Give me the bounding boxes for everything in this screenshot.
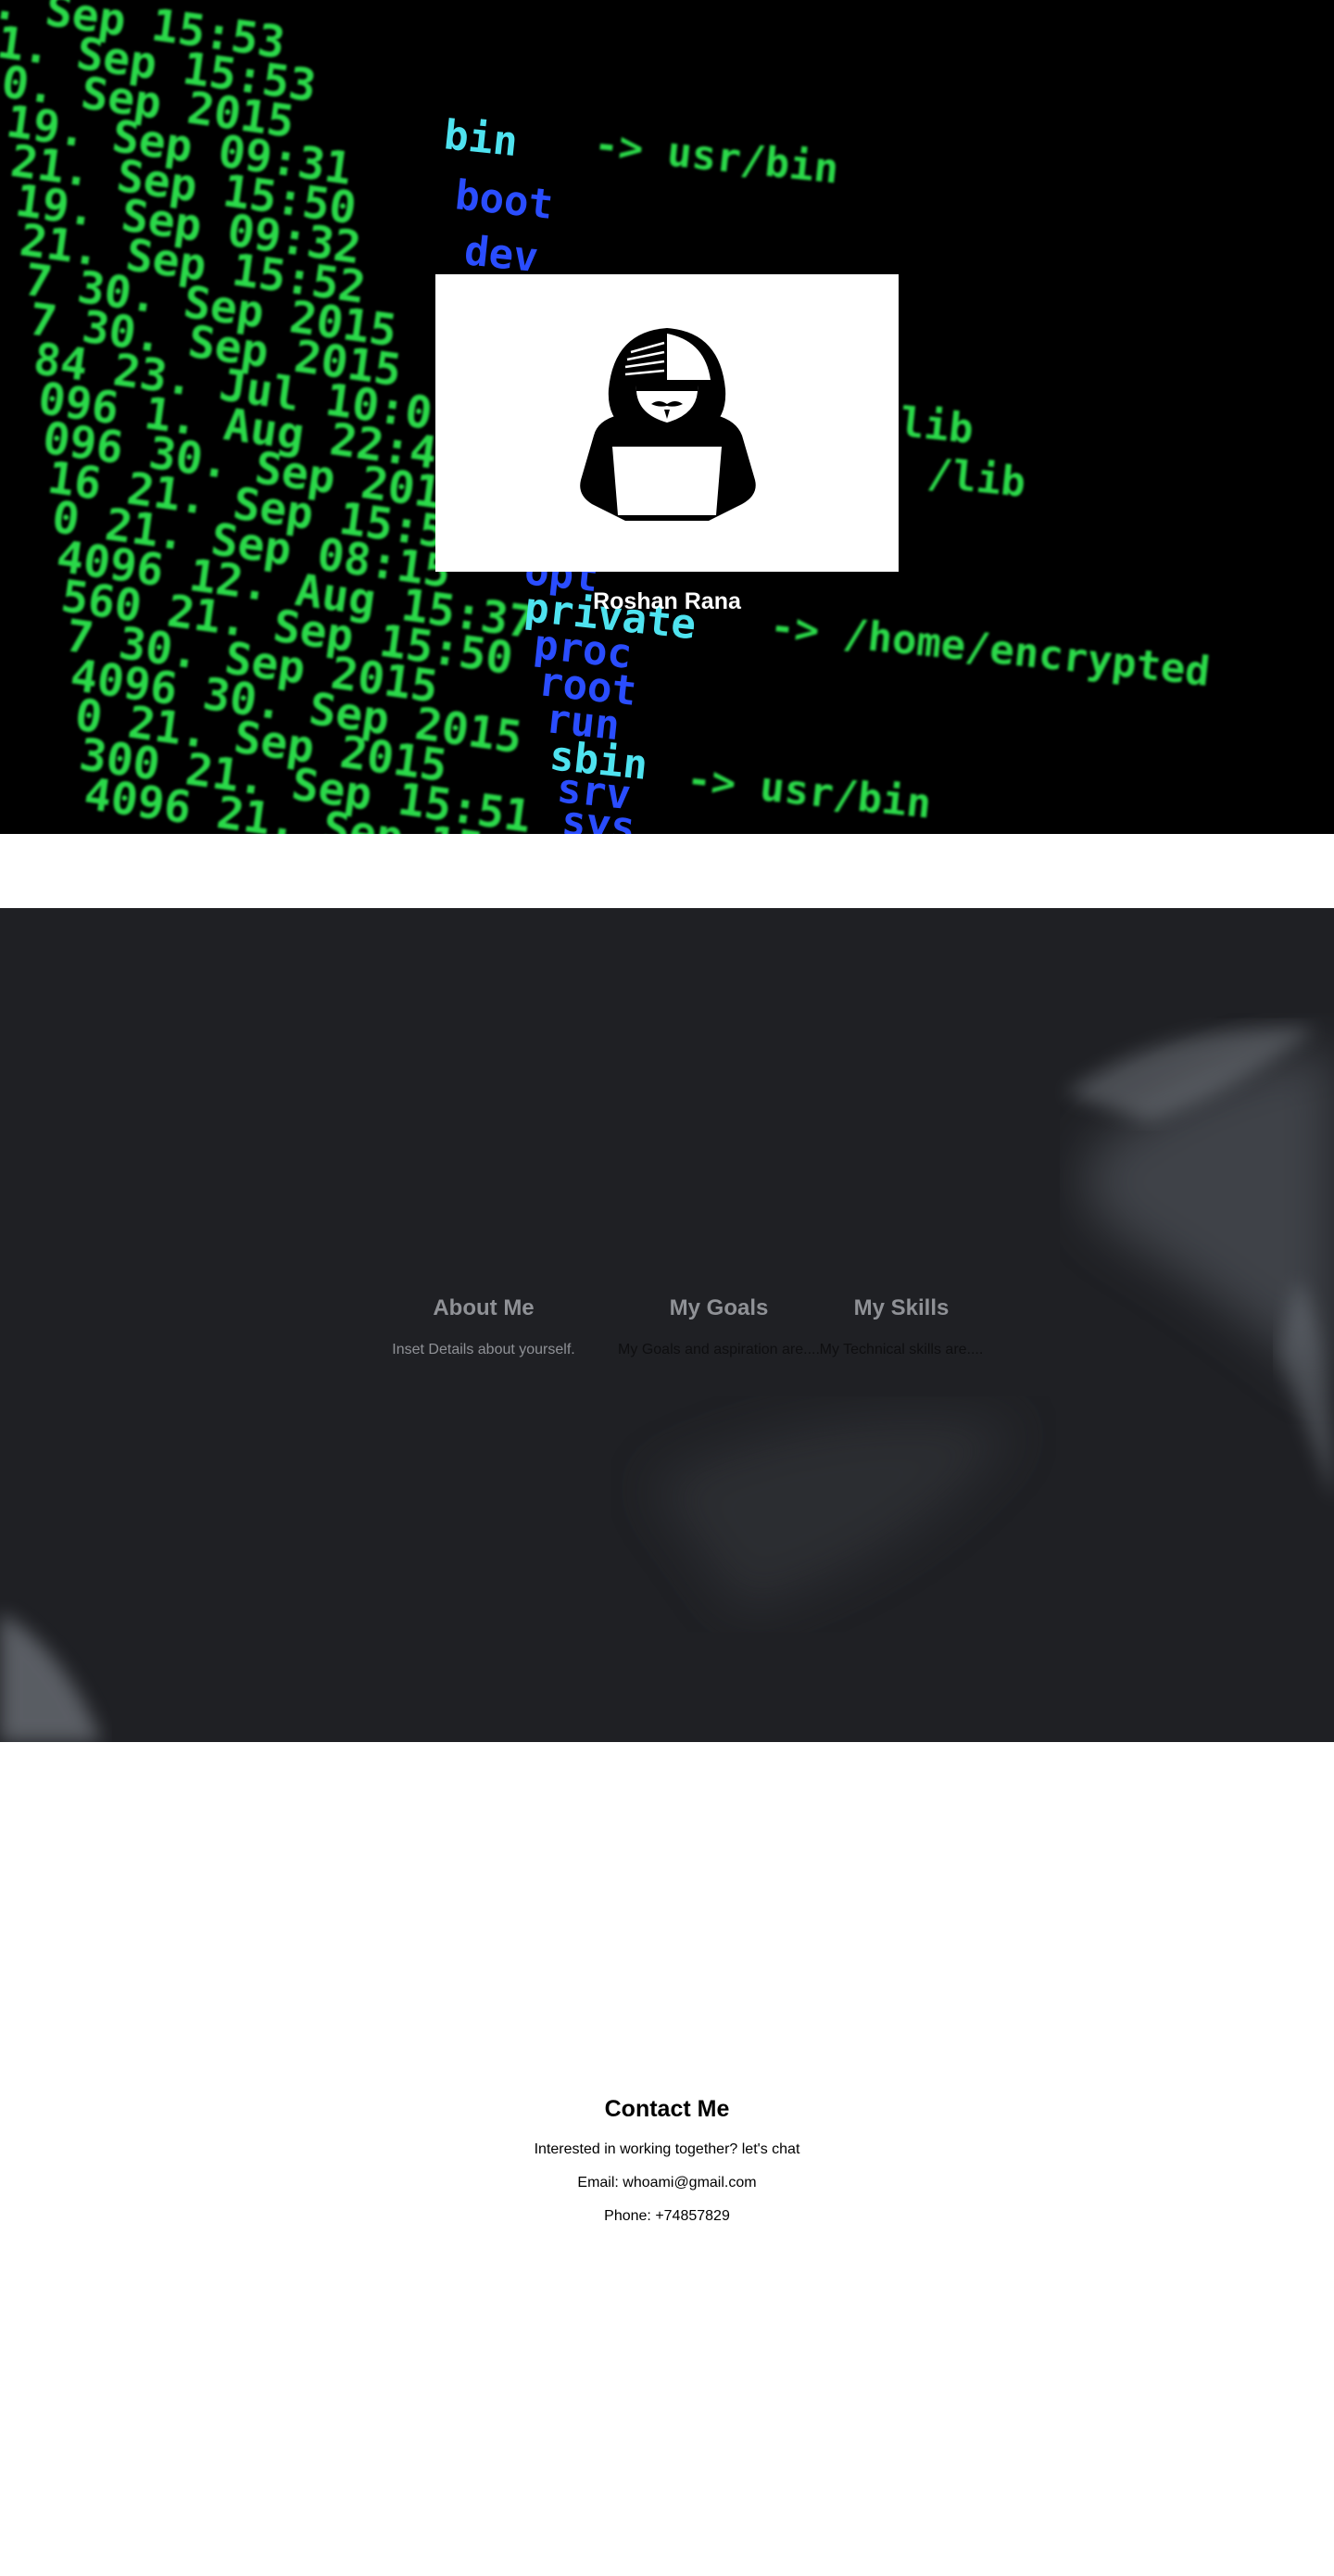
skills-heading: My Skills [853,1295,950,1320]
contact-heading: Contact Me [604,2096,730,2122]
about-column: About Me Inset Details about yourself. [391,1295,576,1358]
skills-text: My Technical skills are.... [819,1342,984,1357]
hero-name: Roshan Rana [593,588,741,614]
avatar-card [435,274,899,572]
goals-column: My Goals My Goals and aspiration are.... [617,1295,821,1358]
about-heading: About Me [433,1295,535,1320]
hero-section: . Sep 15:53 1. Sep 15:53 0. Sep 2015 19. Se… [0,0,1334,834]
hooded-hacker-icon [580,327,756,521]
terminal-link: -> usr/bin [592,120,841,193]
terminal-link: lib [898,398,975,453]
terminal-dir: bin [442,111,520,166]
contact-phone: Phone: +74857829 [604,2208,730,2224]
skills-column: My Skills My Technical skills are.... [817,1295,986,1358]
contact-tagline: Interested in working together? let's ch… [534,2141,800,2157]
terminal-link: -> usr/bin [685,755,934,827]
goals-text: My Goals and aspiration are.... [618,1342,820,1357]
about-text: Inset Details about yourself. [392,1342,575,1357]
terminal-link: -> /home/encrypted [768,602,1213,696]
goals-heading: My Goals [669,1295,769,1320]
info-section: About Me Inset Details about yourself. M… [0,908,1334,1742]
contact-section: Contact Me Interested in working togethe… [0,2096,1334,2241]
terminal-link: /lib [925,449,1028,507]
terminal-dir: boot [453,171,556,229]
contact-email: Email: whoami@gmail.com [577,2175,757,2191]
